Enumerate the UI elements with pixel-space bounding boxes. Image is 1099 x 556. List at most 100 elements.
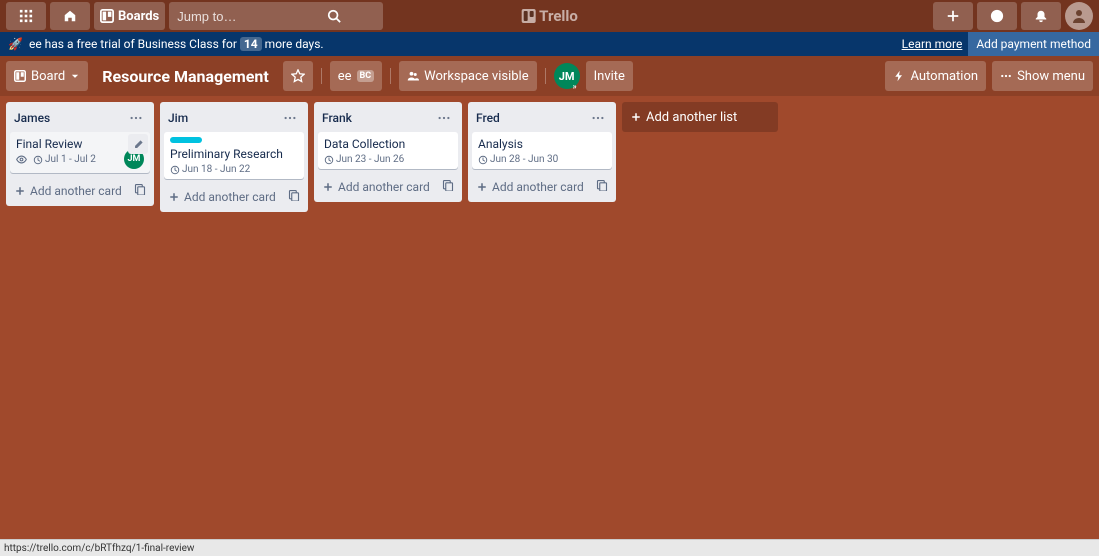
- add-card-label: Add another card: [30, 184, 122, 198]
- info-button[interactable]: [977, 2, 1017, 30]
- visibility-button[interactable]: Workspace visible: [399, 61, 536, 91]
- due-date-badge: Jun 28 - Jun 30: [478, 154, 558, 165]
- due-date-badge: Jun 23 - Jun 26: [324, 154, 404, 165]
- workspace-button[interactable]: ee BC: [330, 61, 382, 91]
- list: Frank Data Collection Jun 23 - Jun 26 Add a…: [314, 102, 462, 202]
- board-icon: [14, 70, 26, 82]
- add-card-label: Add another card: [338, 180, 430, 194]
- watch-badge: [16, 154, 27, 165]
- boards-label: Boards: [118, 9, 159, 24]
- info-icon: [990, 9, 1004, 23]
- card[interactable]: Data Collection Jun 23 - Jun 26: [318, 132, 458, 169]
- member-initials: JM: [559, 70, 575, 83]
- card-badges: Jun 18 - Jun 22: [170, 164, 298, 175]
- notifications-button[interactable]: [1021, 2, 1061, 30]
- chevron-down-icon: [70, 71, 80, 81]
- visibility-label: Workspace visible: [424, 69, 528, 84]
- board-member-avatar[interactable]: JM »: [554, 63, 580, 89]
- star-icon: [291, 69, 305, 83]
- card-template-button[interactable]: [442, 179, 454, 194]
- card-template-button[interactable]: [288, 189, 300, 204]
- bc-badge: BC: [357, 70, 375, 82]
- list-title[interactable]: James: [14, 111, 126, 125]
- search-wrap: [169, 2, 349, 30]
- automation-label: Automation: [910, 69, 978, 84]
- add-card-button[interactable]: Add another card: [472, 175, 612, 198]
- boards-button[interactable]: Boards: [94, 2, 165, 30]
- add-card-button[interactable]: Add another card: [164, 185, 304, 208]
- workspace-short: ee: [338, 69, 352, 84]
- plus-icon: [946, 9, 960, 23]
- star-button[interactable]: [283, 61, 313, 91]
- list: James Final ReviewJul 1 - Jul 2JM Add anot…: [6, 102, 154, 206]
- due-date-badge: Jul 1 - Jul 2: [33, 154, 96, 165]
- board-switcher[interactable]: Board: [6, 61, 88, 91]
- card-template-button[interactable]: [596, 179, 608, 194]
- topbar: Boards Trello: [0, 0, 1099, 32]
- home-icon: [63, 9, 77, 23]
- card[interactable]: Preliminary Research Jun 18 - Jun 22: [164, 132, 304, 179]
- show-menu-label: Show menu: [1017, 69, 1085, 84]
- rocket-icon: 🚀: [8, 37, 23, 51]
- bolt-icon: [893, 70, 905, 82]
- learn-more-link[interactable]: Learn more: [902, 37, 963, 51]
- list-title[interactable]: Frank: [322, 111, 434, 125]
- dots-icon: [1000, 70, 1012, 82]
- list-title[interactable]: Fred: [476, 111, 588, 125]
- list-menu-button[interactable]: [126, 108, 146, 128]
- board-switch-label: Board: [31, 69, 65, 84]
- user-avatar[interactable]: [1065, 2, 1093, 30]
- card-badges: Jun 28 - Jun 30: [478, 154, 606, 165]
- banner-text-a: ee has a free trial of Business Class fo…: [29, 37, 237, 51]
- list-title[interactable]: Jim: [168, 111, 280, 125]
- invite-button[interactable]: Invite: [586, 61, 633, 91]
- due-date-badge: Jun 18 - Jun 22: [170, 164, 250, 175]
- create-button[interactable]: [933, 2, 973, 30]
- status-url: https://trello.com/c/bRTfhzq/1-final-rev…: [4, 543, 194, 554]
- separator: [545, 68, 546, 84]
- show-menu-button[interactable]: Show menu: [992, 61, 1093, 91]
- browser-statusbar: https://trello.com/c/bRTfhzq/1-final-rev…: [0, 539, 1099, 556]
- user-icon: [1071, 8, 1087, 24]
- add-list-button[interactable]: Add another list: [622, 102, 778, 132]
- app-name: Trello: [539, 7, 578, 25]
- trello-logo[interactable]: Trello: [521, 0, 578, 32]
- card-label[interactable]: [170, 137, 202, 143]
- apps-menu-button[interactable]: [6, 2, 46, 30]
- banner-days: 14: [240, 37, 262, 51]
- board-header: Board Resource Management ee BC Workspac…: [0, 56, 1099, 96]
- add-card-button[interactable]: Add another card: [10, 179, 150, 202]
- board-name[interactable]: Resource Management: [94, 61, 277, 91]
- search-input[interactable]: [169, 2, 383, 30]
- add-payment-button[interactable]: Add payment method: [968, 32, 1099, 56]
- banner-text-b: more days.: [265, 37, 324, 51]
- card-template-button[interactable]: [134, 183, 146, 198]
- edit-card-button[interactable]: [128, 134, 148, 154]
- bell-icon: [1034, 9, 1048, 23]
- card[interactable]: Final ReviewJul 1 - Jul 2JM: [10, 132, 150, 173]
- apps-icon: [19, 9, 33, 23]
- automation-button[interactable]: Automation: [885, 61, 986, 91]
- card-title: Analysis: [478, 137, 606, 151]
- list-menu-button[interactable]: [280, 108, 300, 128]
- home-button[interactable]: [50, 2, 90, 30]
- list: Fred Analysis Jun 28 - Jun 30 Add another c…: [468, 102, 616, 202]
- people-icon: [407, 70, 419, 82]
- list-menu-button[interactable]: [434, 108, 454, 128]
- list-menu-button[interactable]: [588, 108, 608, 128]
- search-button[interactable]: [323, 2, 345, 30]
- card-title: Data Collection: [324, 137, 452, 151]
- add-card-label: Add another card: [492, 180, 584, 194]
- card-title: Preliminary Research: [170, 147, 298, 161]
- card-badges: Jun 23 - Jun 26: [324, 154, 452, 165]
- board-canvas[interactable]: James Final ReviewJul 1 - Jul 2JM Add anot…: [0, 96, 1099, 539]
- trello-logo-icon: [521, 9, 535, 23]
- separator: [321, 68, 322, 84]
- separator: [390, 68, 391, 84]
- add-card-label: Add another card: [184, 190, 276, 204]
- add-list-label: Add another list: [646, 110, 737, 125]
- card[interactable]: Analysis Jun 28 - Jun 30: [472, 132, 612, 169]
- add-card-button[interactable]: Add another card: [318, 175, 458, 198]
- trial-banner: 🚀 ee has a free trial of Business Class …: [0, 32, 1099, 56]
- boards-icon: [100, 9, 114, 23]
